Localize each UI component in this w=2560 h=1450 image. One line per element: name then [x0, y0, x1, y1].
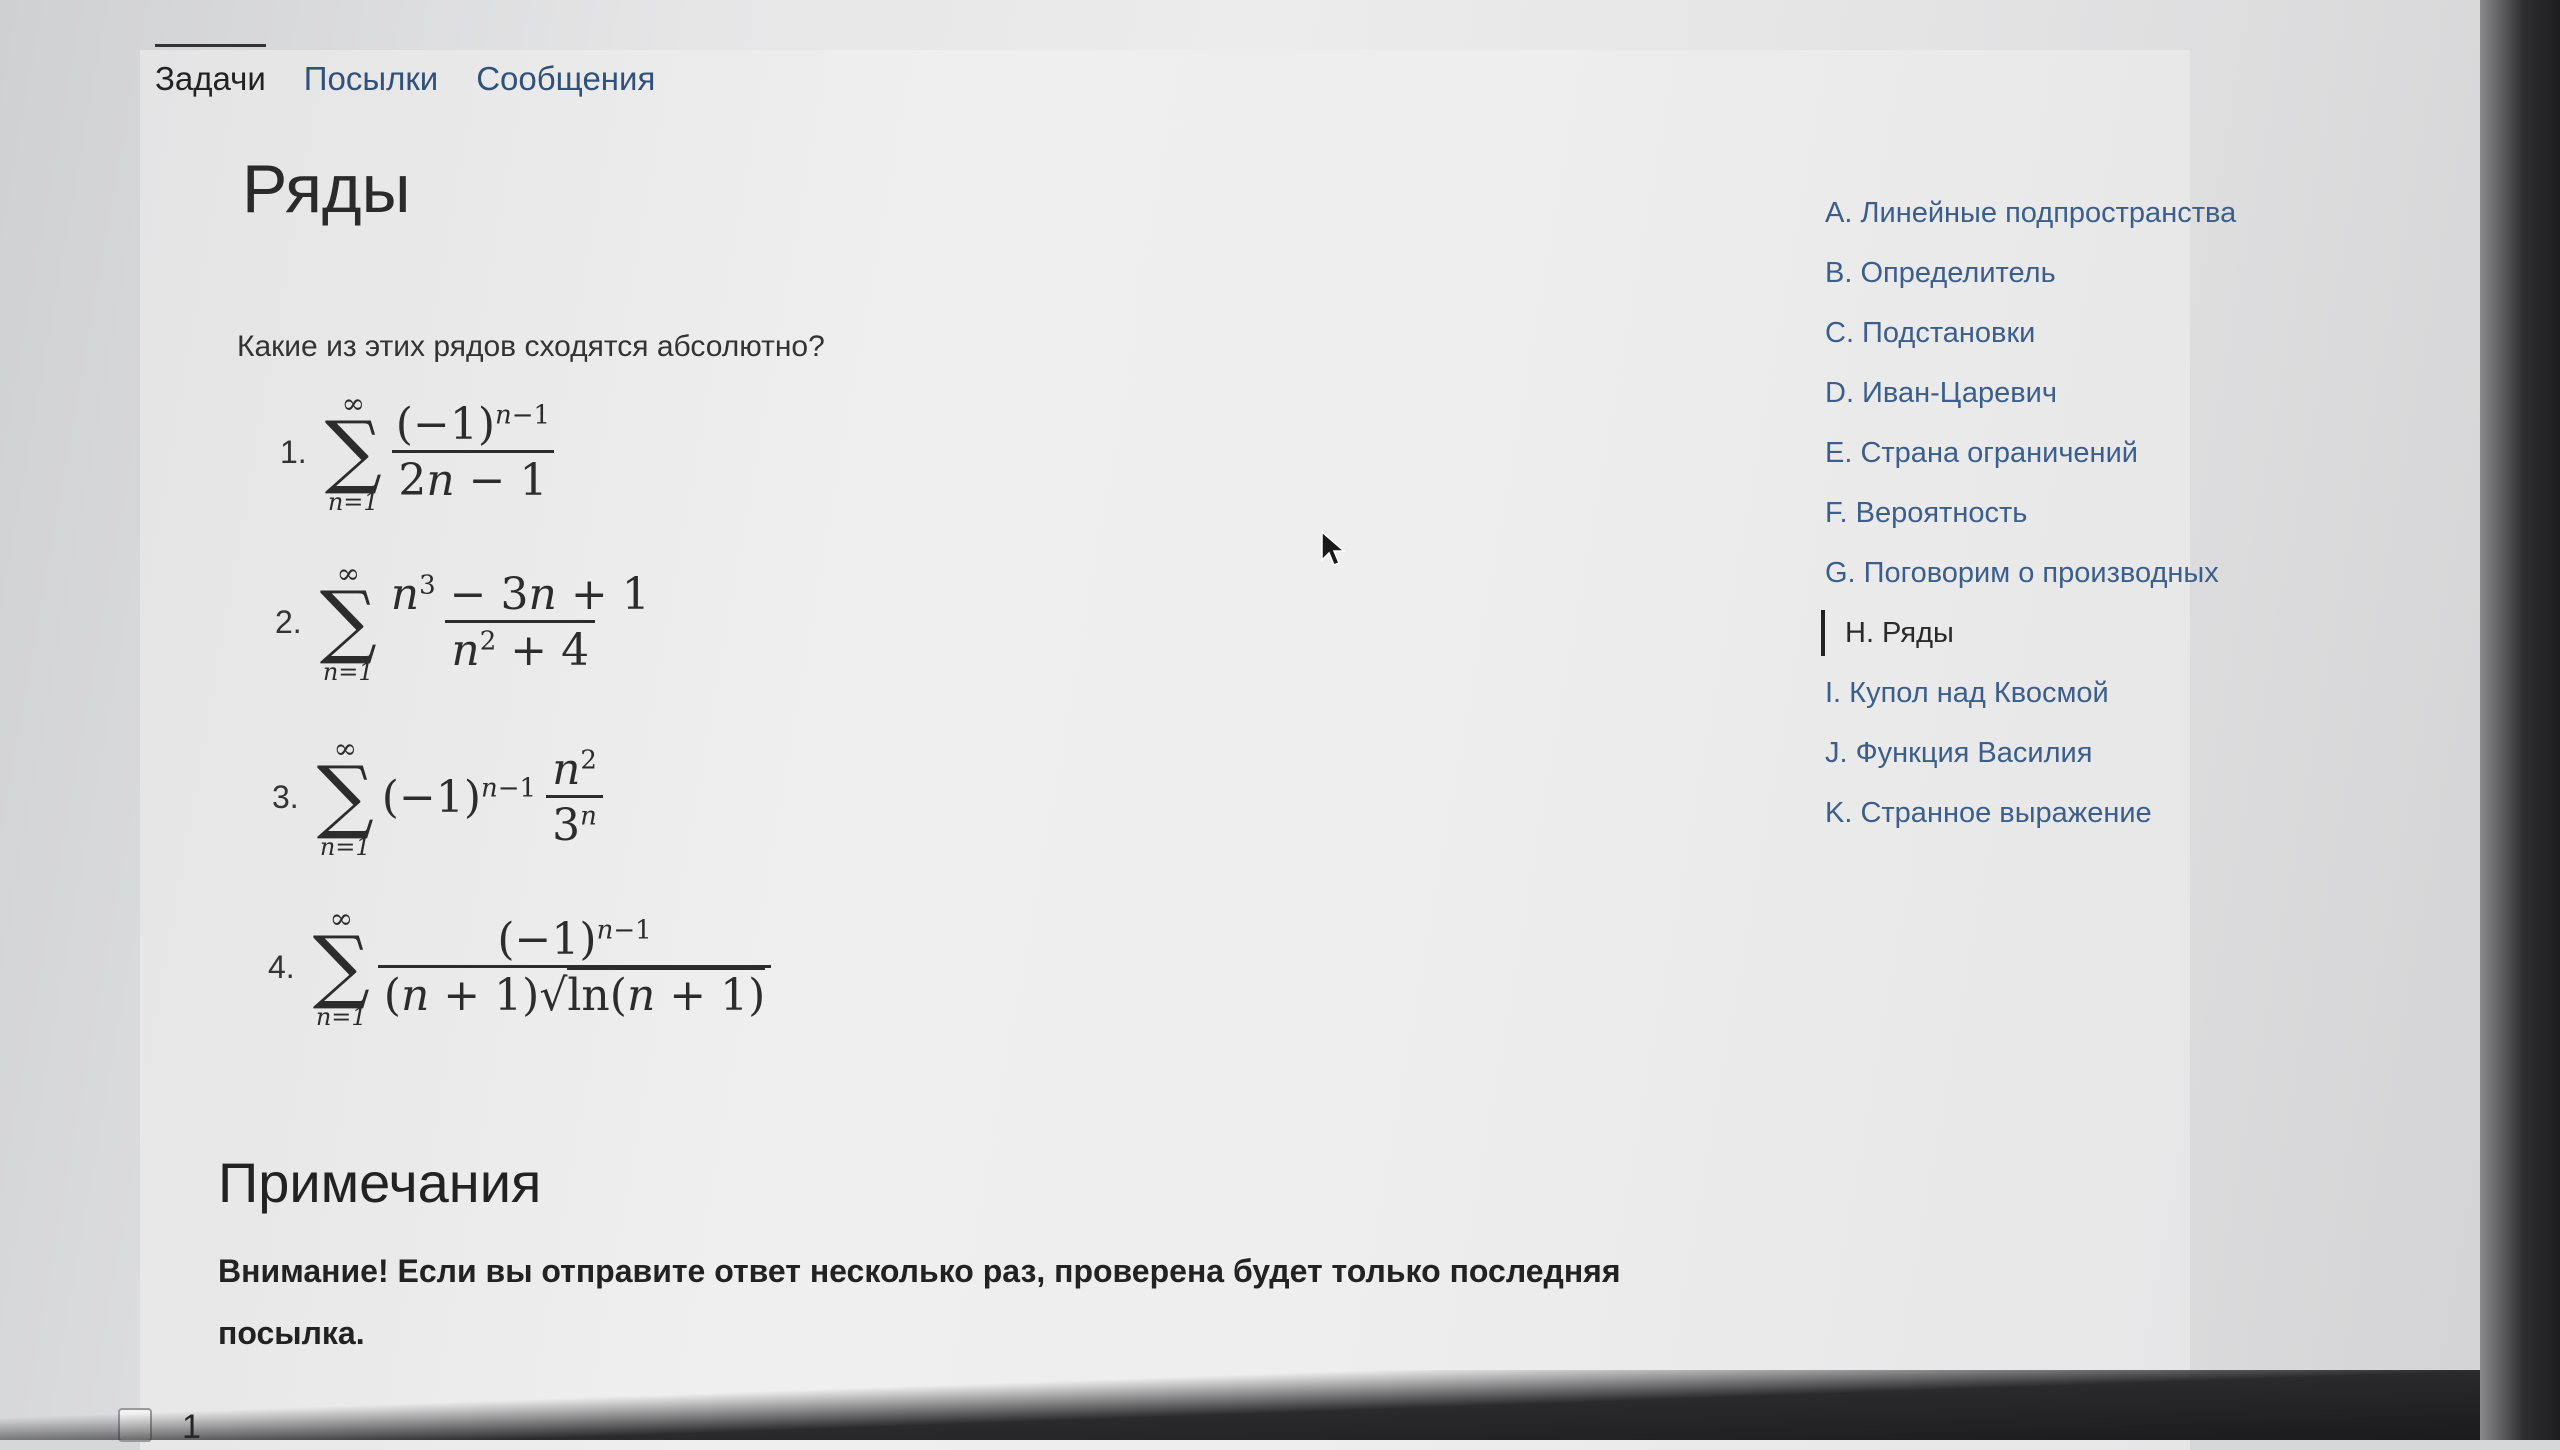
series-number: 1. [280, 433, 307, 470]
series-number: 2. [275, 603, 302, 640]
sidebar-item-c[interactable]: C. Подстановки [1825, 310, 2245, 356]
sidebar-item-g[interactable]: G. Поговорим о производных [1825, 550, 2245, 596]
series-item-2: 2. ∞ ∑ n=1 n3 − 3n + 1 n2 + 4 [275, 557, 656, 686]
series-number: 3. [272, 778, 299, 815]
sum-symbol: ∞ ∑ n=1 [324, 387, 382, 516]
sidebar-item-f[interactable]: F. Вероятность [1825, 490, 2245, 536]
sidebar-item-h[interactable]: H. Ряды [1821, 610, 2245, 656]
sidebar-item-k[interactable]: K. Странное выражение [1825, 790, 2245, 836]
page-title: Ряды [242, 151, 411, 227]
problem-sidebar: A. Линейные подпространства B. Определит… [1821, 190, 2245, 850]
question-text: Какие из этих рядов сходятся абсолютно? [237, 330, 825, 363]
fraction: n2 3n [546, 744, 603, 851]
tab-submissions[interactable]: Посылки [304, 60, 438, 98]
notes-warning: Внимание! Если вы отправите ответ нескол… [218, 1253, 1621, 1351]
series-number: 4. [268, 948, 295, 985]
series-item-4: 4. ∞ ∑ n=1 (−1)n−1 (n + 1)√ln(n + 1) [268, 902, 772, 1031]
sidebar-item-a[interactable]: A. Линейные подпространства [1825, 190, 2245, 236]
sum-symbol: ∞ ∑ n=1 [319, 557, 377, 686]
screen-bezel-bottom [0, 1370, 2560, 1440]
sum-symbol: ∞ ∑ n=1 [312, 902, 370, 1031]
series-item-3: 3. ∞ ∑ n=1 (−1)n−1 n2 3n [272, 735, 603, 859]
sidebar-item-d[interactable]: D. Иван-Царевич [1825, 370, 2245, 416]
top-nav: Задачи Посылки Сообщения [155, 44, 655, 98]
fraction: (−1)n−1 2n − 1 [390, 399, 556, 506]
screen-bezel-right [2480, 0, 2560, 1440]
notes-title: Примечания [218, 1151, 542, 1214]
fraction: n3 − 3n + 1 n2 + 4 [390, 568, 650, 676]
fraction: (−1)n−1 (n + 1)√ln(n + 1) [377, 914, 772, 1021]
sidebar-item-e[interactable]: E. Страна ограничений [1825, 430, 2245, 476]
sidebar-item-b[interactable]: B. Определитель [1825, 250, 2245, 296]
tab-messages[interactable]: Сообщения [476, 60, 655, 98]
sign-factor: (−1)n−1 [381, 771, 537, 823]
series-item-1: 1. ∞ ∑ n=1 (−1)n−1 2n − 1 [280, 390, 556, 514]
sidebar-item-i[interactable]: I. Купол над Квосмой [1825, 670, 2245, 716]
mouse-cursor-icon [1321, 530, 1347, 566]
sidebar-item-j[interactable]: J. Функция Василия [1825, 730, 2245, 776]
tab-tasks[interactable]: Задачи [155, 44, 266, 98]
sum-symbol: ∞ ∑ n=1 [316, 732, 374, 861]
